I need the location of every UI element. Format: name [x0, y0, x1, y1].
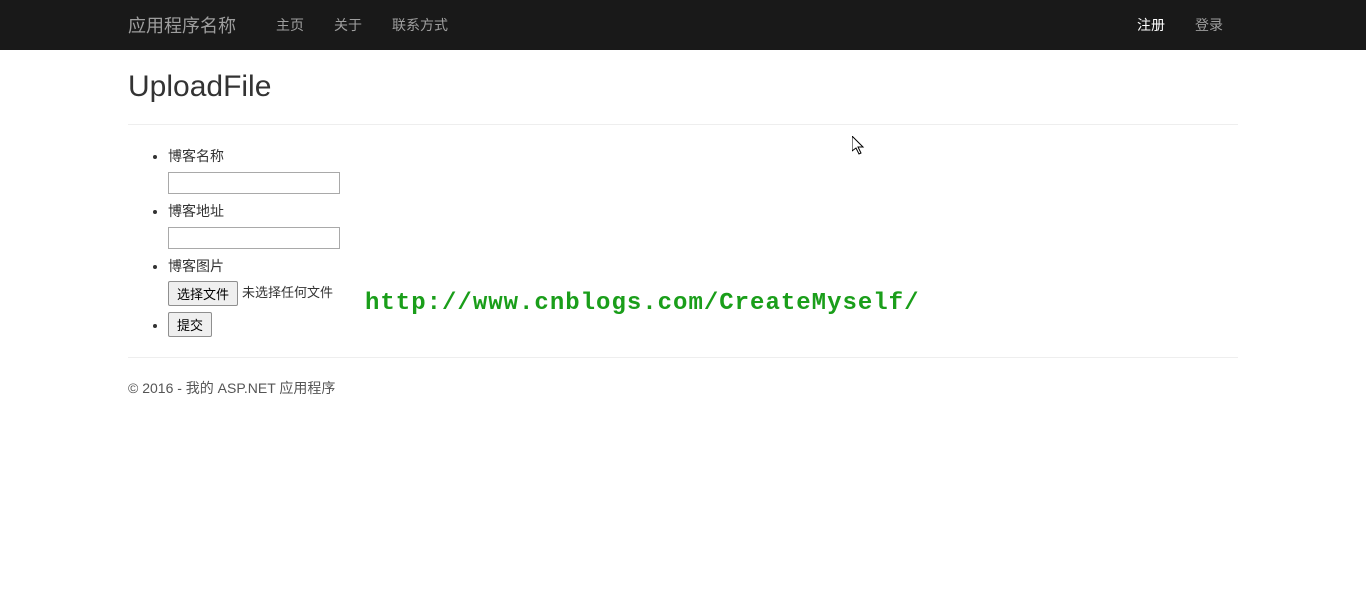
nav-link-about[interactable]: 关于 [319, 15, 377, 35]
upload-form: 博客名称 博客地址 博客图片 选择文件 未选择任何文件 提交 [128, 145, 1238, 337]
nav-link-contact[interactable]: 联系方式 [377, 15, 463, 35]
blog-name-input[interactable] [168, 172, 340, 194]
navbar-brand[interactable]: 应用程序名称 [128, 12, 251, 38]
divider-top [128, 124, 1238, 125]
nav-link-home[interactable]: 主页 [261, 15, 319, 35]
file-status-text: 未选择任何文件 [242, 283, 333, 304]
blog-url-input[interactable] [168, 227, 340, 249]
blog-name-label: 博客名称 [168, 145, 1238, 167]
nav-link-register[interactable]: 注册 [1122, 15, 1180, 35]
submit-button[interactable]: 提交 [168, 312, 212, 337]
blog-image-label: 博客图片 [168, 255, 1238, 277]
divider-bottom [128, 357, 1238, 358]
footer-text: © 2016 - 我的 ASP.NET 应用程序 [128, 378, 1238, 398]
top-navbar: 应用程序名称 主页 关于 联系方式 注册 登录 [0, 0, 1366, 50]
page-title: UploadFile [128, 70, 1238, 104]
nav-link-login[interactable]: 登录 [1180, 15, 1238, 35]
choose-file-button[interactable]: 选择文件 [168, 281, 238, 306]
blog-url-label: 博客地址 [168, 200, 1238, 222]
